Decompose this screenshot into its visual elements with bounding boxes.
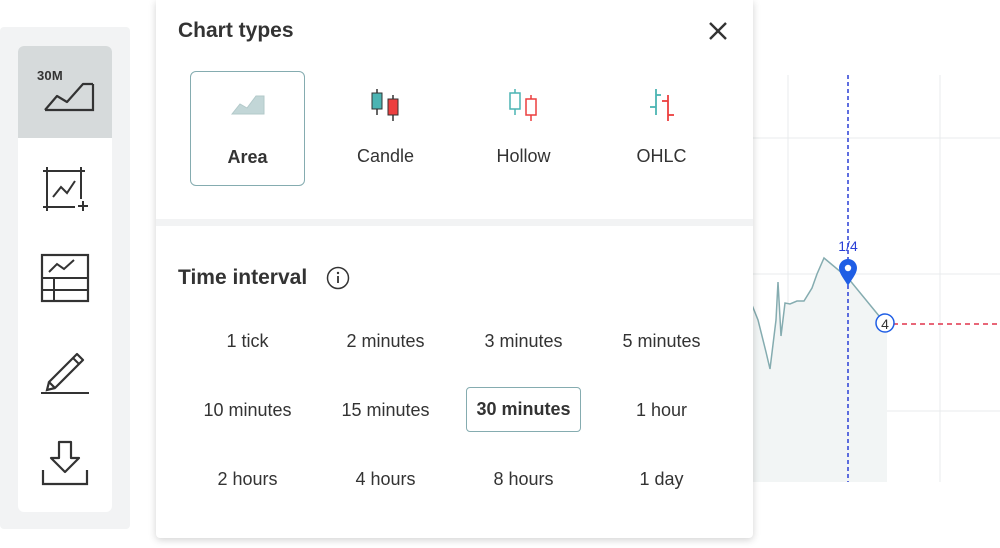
- chart-type-area[interactable]: Area: [190, 71, 305, 186]
- chart-type-candle[interactable]: Candle: [328, 71, 443, 186]
- interval-5-minutes[interactable]: 5 minutes: [604, 319, 719, 364]
- templates-button[interactable]: [18, 232, 112, 324]
- download-icon: [41, 440, 89, 486]
- indicators-button[interactable]: [18, 143, 112, 235]
- chart-template-icon: [40, 253, 90, 303]
- drawing-tools-button[interactable]: [18, 324, 112, 416]
- interval-1-day[interactable]: 1 day: [604, 457, 719, 502]
- ohlc-icon: [649, 89, 674, 121]
- chart-add-icon: [43, 167, 88, 211]
- chart-type-label: OHLC: [636, 146, 687, 166]
- interval-1-hour[interactable]: 1 hour: [604, 388, 719, 433]
- chart-toolbar: 30M: [18, 46, 112, 512]
- info-icon[interactable]: [326, 266, 350, 290]
- interval-2-minutes[interactable]: 2 minutes: [328, 319, 443, 364]
- interval-badge: 30M: [37, 68, 63, 83]
- popup-title: Chart types: [178, 19, 294, 42]
- interval-10-minutes[interactable]: 10 minutes: [190, 388, 305, 433]
- chart-type-hollow[interactable]: Hollow: [466, 71, 581, 186]
- chart-type-label: Candle: [356, 146, 415, 166]
- area-fill: [750, 258, 887, 482]
- tick-marker-label: 4: [881, 316, 889, 332]
- download-button[interactable]: [18, 418, 112, 510]
- chart-type-label: Hollow: [496, 146, 551, 166]
- chart-type-ohlc[interactable]: OHLC: [604, 71, 719, 186]
- interval-2-hours[interactable]: 2 hours: [190, 457, 305, 502]
- hollow-candle-icon: [508, 89, 537, 121]
- area-icon: [230, 95, 264, 115]
- chart-type-label: Area: [227, 147, 268, 167]
- pencil-icon: [41, 352, 89, 394]
- section-divider: [156, 219, 753, 226]
- interval-30-minutes[interactable]: 30 minutes: [466, 387, 581, 432]
- crosshair-label: 1/4: [838, 238, 858, 254]
- chart-type-interval-button[interactable]: 30M: [18, 46, 112, 138]
- close-icon: [709, 22, 727, 40]
- chart-settings-popup: Chart types Area Candle Hollow OHLC Time…: [156, 0, 753, 538]
- close-button[interactable]: [704, 17, 732, 45]
- interval-15-minutes[interactable]: 15 minutes: [328, 388, 443, 433]
- interval-3-minutes[interactable]: 3 minutes: [466, 319, 581, 364]
- candle-icon: [371, 89, 398, 121]
- interval-4-hours[interactable]: 4 hours: [328, 457, 443, 502]
- interval-1-tick[interactable]: 1 tick: [190, 319, 305, 364]
- time-interval-title: Time interval: [178, 266, 308, 289]
- interval-8-hours[interactable]: 8 hours: [466, 457, 581, 502]
